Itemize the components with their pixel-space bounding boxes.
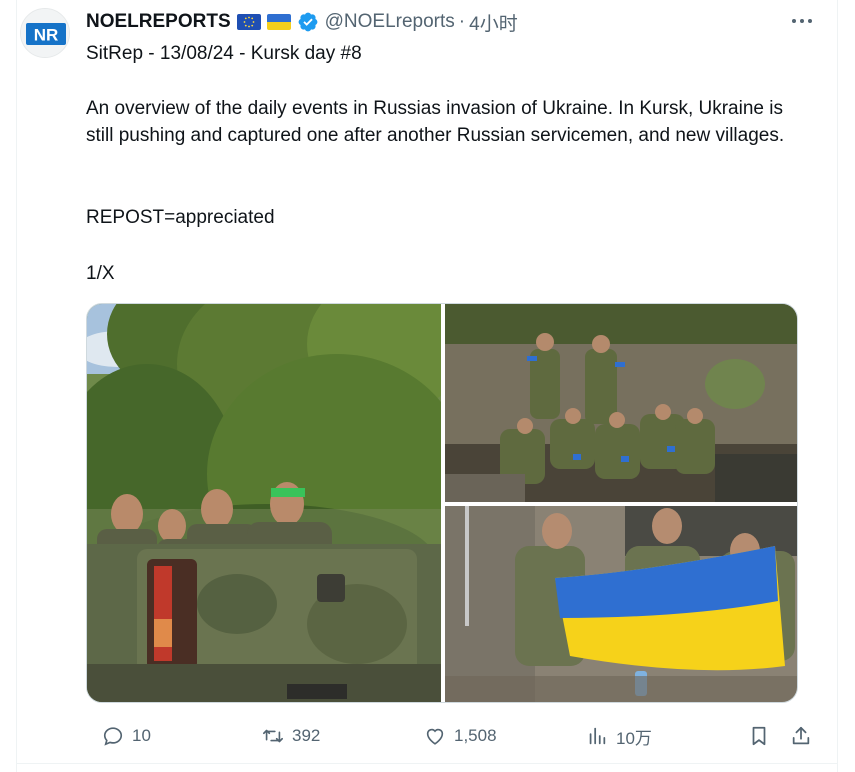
avatar-text: NR (34, 26, 59, 45)
divider (16, 763, 838, 764)
more-dots-icon[interactable] (790, 16, 814, 26)
repost-count: 392 (292, 726, 321, 745)
bookmark-icon (752, 726, 766, 746)
like-count: 1,508 (454, 726, 497, 745)
views-button[interactable]: 10万 (586, 720, 652, 752)
avatar[interactable]: NR (20, 8, 70, 58)
heart-icon (426, 728, 444, 745)
bookmark-button[interactable] (748, 720, 770, 752)
photo-prisoners-trench[interactable] (445, 304, 797, 502)
timestamp[interactable]: 4小时 (469, 9, 518, 36)
media-grid (86, 303, 798, 703)
reply-icon (103, 727, 123, 746)
thread-count: 1/X (86, 263, 115, 284)
handle[interactable]: @NOELreports (325, 11, 455, 33)
display-name[interactable]: NOELREPORTS (86, 11, 231, 33)
reply-button[interactable]: 10 (102, 720, 151, 752)
like-button[interactable]: 1,508 (424, 720, 497, 752)
views-chart-icon (589, 727, 606, 745)
action-bar: 10 392 1,508 10万 (86, 720, 816, 752)
nr-logo-icon: NR (21, 9, 69, 57)
views-count: 10万 (616, 728, 652, 748)
post-title: SitRep - 13/08/24 - Kursk day #8 (86, 43, 362, 64)
share-button[interactable] (790, 720, 812, 752)
verified-badge-icon[interactable] (297, 11, 319, 33)
photo-prisoners-flag[interactable] (445, 506, 797, 702)
photo-prisoners-truck[interactable] (87, 304, 441, 702)
post-repost-line: REPOST=appreciated (86, 207, 275, 228)
separator-dot: · (458, 11, 466, 32)
ukraine-flag-icon (266, 14, 291, 30)
repost-button[interactable]: 392 (262, 720, 320, 752)
post-header: NOELREPORTS @NOELreports · 4小时 (86, 9, 518, 36)
repost-icon (263, 729, 283, 743)
reply-count: 10 (132, 726, 151, 745)
share-icon (792, 726, 810, 745)
eu-flag-icon (236, 14, 261, 30)
post-body: An overview of the daily events in Russi… (86, 98, 789, 146)
